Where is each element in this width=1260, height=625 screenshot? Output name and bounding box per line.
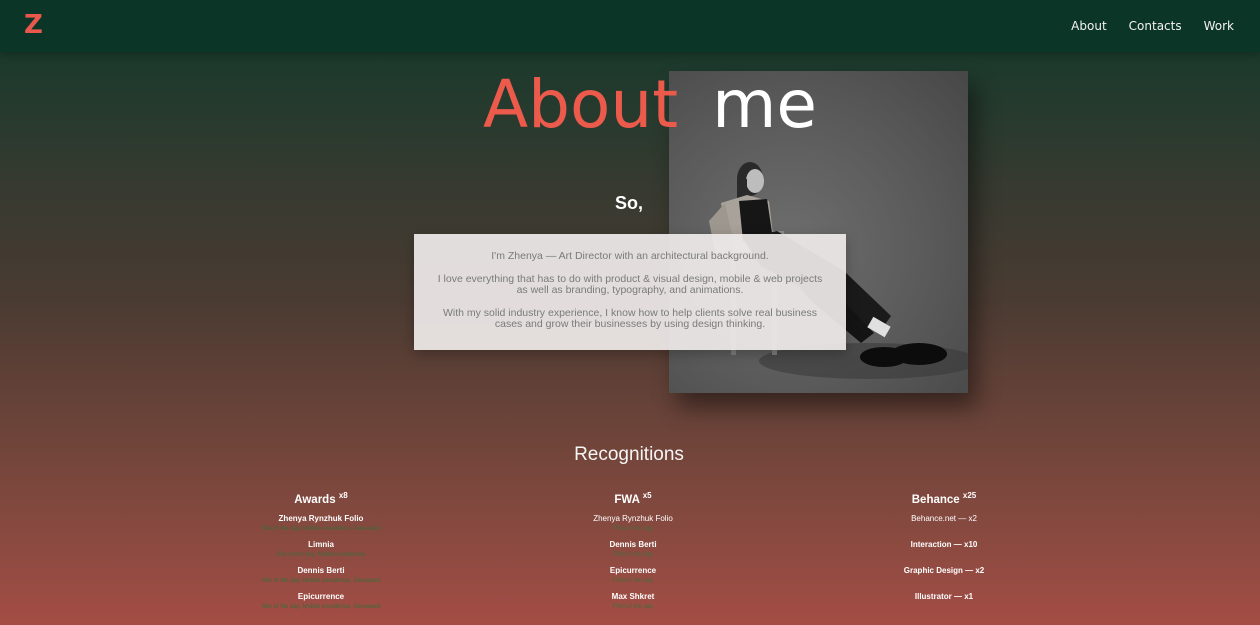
- item-name: Zhenya Rynzhuk Folio: [593, 513, 673, 523]
- nav-work-link[interactable]: Work: [1204, 19, 1234, 33]
- list-item: Interaction — x10: [814, 539, 1074, 565]
- awards-heading-label: Awards: [294, 493, 336, 506]
- list-item: Limnia Site of the day, Mobile excellence: [191, 539, 451, 565]
- item-detail: Site of the day, Mobile excellence, Deva…: [261, 525, 381, 532]
- item-detail: FWA of the day: [612, 525, 654, 532]
- item-detail: Site of the day, Mobile excellence, Deva…: [261, 577, 381, 584]
- item-name: Max Shkret: [611, 591, 655, 601]
- list-item: Max Shkret FWA of the day: [503, 591, 763, 617]
- site-logo[interactable]: Z: [24, 11, 43, 39]
- about-paragraph-3: With my solid industry experience, I kno…: [442, 306, 818, 330]
- item-detail: FWA of the day: [612, 551, 654, 558]
- list-item: Dennis Berti Site of the day, Mobile exce…: [191, 565, 451, 591]
- list-item: Behance.net — x2: [814, 513, 1074, 539]
- recognitions-heading: Recognitions: [574, 444, 684, 465]
- behance-heading: Behance x25: [814, 491, 1074, 506]
- item-name: Epicurrence: [609, 565, 657, 575]
- awards-heading: Awards x8: [191, 491, 451, 506]
- awards-column: Awards x8 Zhenya Rynzhuk Folio Site of th…: [191, 491, 451, 617]
- behance-count: x25: [962, 491, 977, 500]
- item-detail: Site of the day, Mobile excellence: [276, 551, 366, 558]
- item-name: Graphic Design — x2: [903, 565, 985, 575]
- top-navigation-bar: Z About Contacts Work: [0, 0, 1260, 52]
- list-item: Epicurrence FWA of the day: [503, 565, 763, 591]
- awards-count: x8: [338, 491, 348, 500]
- item-name: Illustrator — x1: [914, 591, 974, 601]
- title-word-about: About: [483, 66, 679, 143]
- title-word-me: me: [712, 66, 818, 143]
- list-item: Graphic Design — x2: [814, 565, 1074, 591]
- list-item: Dennis Berti FWA of the day: [503, 539, 763, 565]
- behance-heading-label: Behance: [911, 493, 960, 506]
- nav-about-link[interactable]: About: [1071, 19, 1106, 33]
- list-item: Zhenya Rynzhuk Folio FWA of the day: [503, 513, 763, 539]
- item-name: Epicurrence: [297, 591, 345, 601]
- item-name: Limnia: [308, 539, 334, 549]
- behance-column: Behance x25 Behance.net — x2 Interaction…: [814, 491, 1074, 617]
- item-detail: FWA of the day: [612, 603, 654, 610]
- about-paragraph-2: I love everything that has to do with pr…: [437, 272, 823, 296]
- item-detail: Site of the day, Mobile excellence, Deva…: [261, 603, 381, 610]
- item-detail: FWA of the day: [612, 577, 654, 584]
- list-item: Epicurrence Site of the day, Mobile excel…: [191, 591, 451, 617]
- item-name: Zhenya Rynzhuk Folio: [278, 513, 364, 523]
- item-name: Dennis Berti: [609, 539, 657, 549]
- about-text-card: I'm Zhenya — Art Director with an archit…: [414, 234, 846, 350]
- list-item: Zhenya Rynzhuk Folio Site of the day, Mob…: [191, 513, 451, 539]
- list-item: Illustrator — x1: [814, 591, 1074, 617]
- about-paragraph-1: I'm Zhenya — Art Director with an archit…: [491, 250, 769, 262]
- item-name: Interaction — x10: [910, 539, 978, 549]
- fwa-column: FWA x5 Zhenya Rynzhuk Folio FWA of the da…: [503, 491, 763, 617]
- fwa-heading-label: FWA: [614, 493, 640, 506]
- fwa-count: x5: [642, 491, 652, 500]
- item-name: Behance.net — x2: [911, 513, 977, 523]
- item-name: Dennis Berti: [297, 565, 345, 575]
- fwa-heading: FWA x5: [503, 491, 763, 506]
- page-title: About me: [483, 70, 817, 140]
- nav-contacts-link[interactable]: Contacts: [1129, 19, 1182, 33]
- intro-heading: So,: [614, 193, 643, 213]
- main-nav: About Contacts Work: [1071, 19, 1234, 33]
